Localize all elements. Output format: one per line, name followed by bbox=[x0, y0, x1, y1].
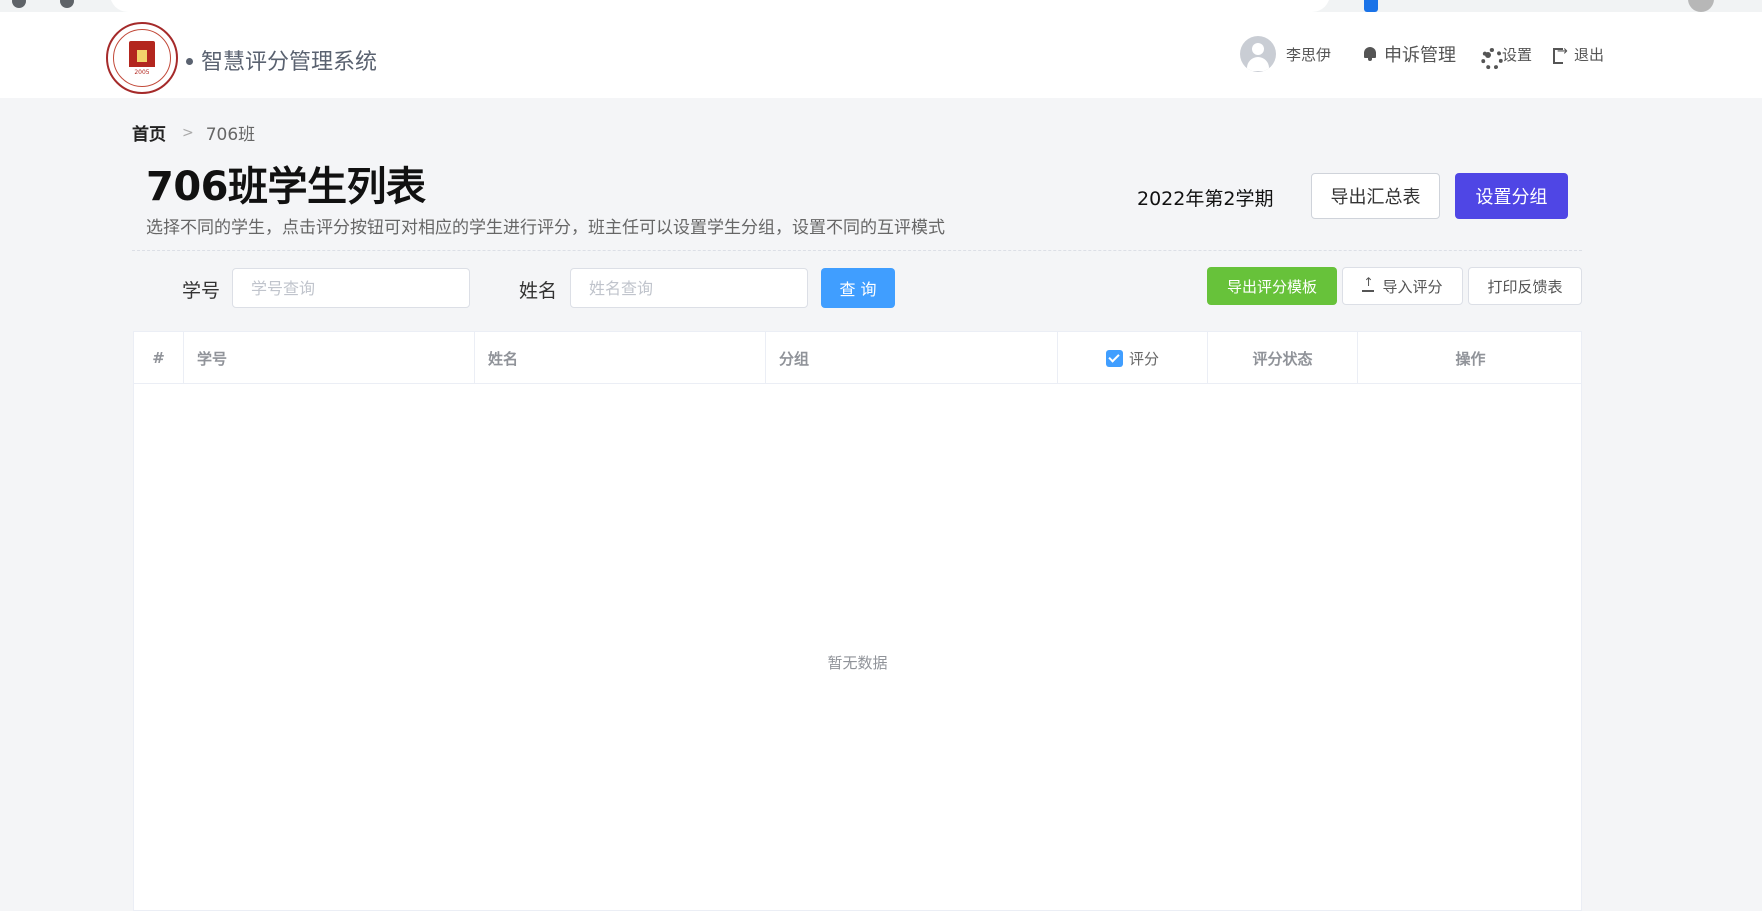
nav-appeal-label: 申诉管理 bbox=[1384, 45, 1456, 66]
semester-label: 2022年第2学期 bbox=[1137, 188, 1274, 210]
student-id-label: 学号 bbox=[182, 280, 221, 302]
extension-badge-icon[interactable] bbox=[1364, 0, 1378, 12]
top-header: 2005 智慧评分管理系统 李思伊 申诉管理 设置 退出 bbox=[0, 12, 1762, 98]
breadcrumb-current: 706班 bbox=[205, 125, 256, 145]
set-groups-button[interactable]: 设置分组 bbox=[1455, 173, 1568, 219]
export-summary-button[interactable]: 导出汇总表 bbox=[1311, 173, 1440, 219]
score-select-all-checkbox[interactable] bbox=[1105, 349, 1123, 367]
upload-icon bbox=[1362, 275, 1375, 292]
column-header-operations: 操作 bbox=[1455, 349, 1486, 368]
page-description: 选择不同的学生，点击评分按钮可对相应的学生进行评分，班主任可以设置学生分组，设置… bbox=[146, 218, 945, 238]
name-input[interactable] bbox=[570, 268, 808, 308]
reload-icon[interactable] bbox=[12, 0, 26, 8]
browser-toolbar bbox=[0, 0, 1762, 12]
nav-appeal-management[interactable]: 申诉管理 bbox=[1362, 41, 1456, 67]
school-logo[interactable]: 2005 bbox=[106, 22, 178, 94]
gear-icon bbox=[1480, 47, 1503, 70]
breadcrumb: 首页 > 706班 bbox=[132, 120, 256, 146]
gate-icon bbox=[129, 40, 155, 67]
empty-state: 暂无数据 bbox=[827, 654, 888, 672]
nav-logout[interactable]: 退出 bbox=[1552, 44, 1604, 65]
page-title: 706班学生列表 bbox=[146, 164, 426, 210]
nav-settings[interactable]: 设置 bbox=[1480, 44, 1533, 70]
export-template-button[interactable]: 导出评分模板 bbox=[1207, 267, 1337, 305]
column-header-student-id: 学号 bbox=[184, 332, 475, 384]
app-title: 智慧评分管理系统 bbox=[186, 44, 377, 76]
avatar[interactable] bbox=[1240, 36, 1276, 72]
user-name[interactable]: 李思伊 bbox=[1286, 44, 1331, 65]
name-label: 姓名 bbox=[519, 280, 558, 302]
nav-logout-label: 退出 bbox=[1574, 46, 1605, 64]
student-table: # 学号 姓名 分组 评分 评分状态 操作 暂无数据 bbox=[133, 331, 1582, 911]
column-header-name: 姓名 bbox=[475, 332, 766, 384]
import-scores-button[interactable]: 导入评分 bbox=[1342, 267, 1463, 305]
table-header: # 学号 姓名 分组 评分 评分状态 操作 bbox=[134, 332, 1581, 384]
query-button[interactable]: 查 询 bbox=[821, 268, 895, 308]
logout-icon bbox=[1552, 44, 1568, 64]
student-id-input[interactable] bbox=[232, 268, 470, 308]
print-feedback-button[interactable]: 打印反馈表 bbox=[1468, 267, 1582, 305]
logo-emblem: 2005 bbox=[113, 29, 171, 87]
column-header-group: 分组 bbox=[766, 332, 1058, 384]
bullet-dot-icon bbox=[186, 57, 193, 65]
nav-settings-label: 设置 bbox=[1502, 46, 1533, 64]
column-header-index: # bbox=[134, 332, 184, 384]
logo-year: 2005 bbox=[134, 68, 150, 76]
column-header-score-label: 评分 bbox=[1128, 349, 1159, 368]
breadcrumb-home[interactable]: 首页 bbox=[132, 120, 166, 145]
chevron-right-icon: > bbox=[182, 124, 194, 141]
address-bar[interactable] bbox=[110, 0, 1330, 12]
app-title-text: 智慧评分管理系统 bbox=[201, 50, 378, 75]
browser-profile-avatar[interactable] bbox=[1688, 0, 1714, 12]
column-header-score: 评分 bbox=[1058, 332, 1208, 384]
extensions-icon[interactable] bbox=[60, 0, 74, 8]
column-header-score-status: 评分状态 bbox=[1208, 332, 1358, 384]
import-scores-label: 导入评分 bbox=[1382, 277, 1443, 296]
bell-icon bbox=[1362, 46, 1378, 62]
divider bbox=[132, 250, 1582, 251]
